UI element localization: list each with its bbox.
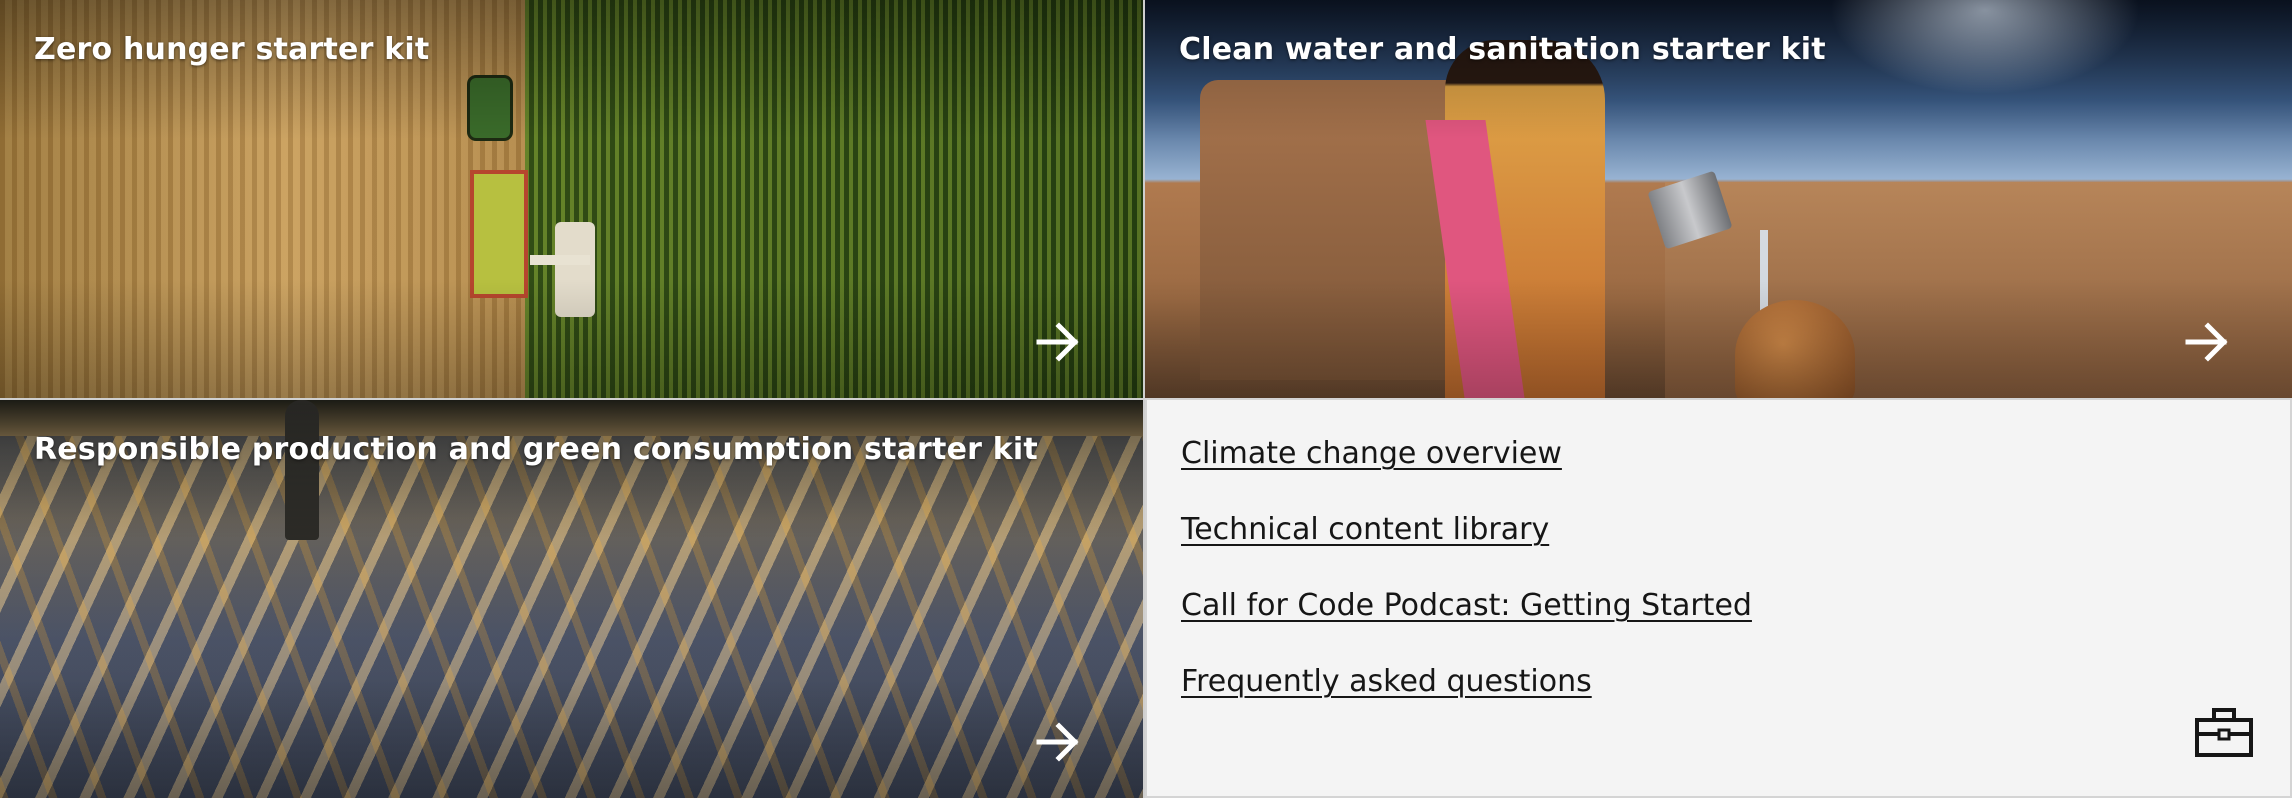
tile-title: Responsible production and green consump… xyxy=(34,432,1038,467)
link-frequently-asked-questions[interactable]: Frequently asked questions xyxy=(1181,664,1592,699)
link-technical-content-library[interactable]: Technical content library xyxy=(1181,512,1549,547)
tile-zero-hunger-starter-kit[interactable]: Zero hunger starter kit xyxy=(0,0,1145,398)
tile-title: Clean water and sanitation starter kit xyxy=(1179,32,1826,67)
tile-responsible-production-starter-kit[interactable]: Responsible production and green consump… xyxy=(0,398,1145,798)
starter-kit-grid: Zero hunger starter kit Clean water and … xyxy=(0,0,2292,798)
arrow-right-icon[interactable] xyxy=(1035,722,1083,762)
arrow-right-icon[interactable] xyxy=(1035,322,1083,362)
arrow-right-icon[interactable] xyxy=(2184,322,2232,362)
tile-title: Zero hunger starter kit xyxy=(34,32,430,67)
toolkit-icon xyxy=(2194,706,2254,758)
resource-links-panel: Climate change overview Technical conten… xyxy=(1145,398,2292,798)
link-climate-change-overview[interactable]: Climate change overview xyxy=(1181,436,1562,471)
link-call-for-code-podcast[interactable]: Call for Code Podcast: Getting Started xyxy=(1181,588,1752,623)
tile-clean-water-starter-kit[interactable]: Clean water and sanitation starter kit xyxy=(1145,0,2292,398)
